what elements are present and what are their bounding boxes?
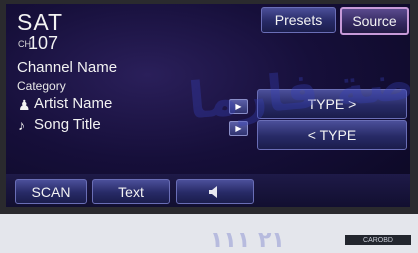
text-button[interactable]: Text: [92, 179, 170, 204]
audio-settings-button[interactable]: [176, 179, 254, 204]
scan-button[interactable]: SCAN: [15, 179, 87, 204]
song-title: Song Title: [34, 116, 101, 133]
presets-button[interactable]: Presets: [261, 7, 336, 33]
artist-name: Artist Name: [34, 95, 113, 112]
channel-number: 107: [28, 33, 59, 53]
audio-screen: SAT CH 107 Channel Name Category ♟ Artis…: [6, 4, 410, 207]
artist-icon: ♟: [18, 97, 31, 113]
category-label: Category: [17, 79, 66, 93]
source-button[interactable]: Source: [340, 7, 409, 35]
play-icon[interactable]: ▶: [229, 99, 248, 114]
music-note-icon: ♪: [18, 117, 25, 133]
channel-name: Channel Name: [17, 59, 118, 76]
type-next-button[interactable]: TYPE >: [257, 89, 407, 119]
speaker-icon: [209, 185, 217, 198]
play-icon[interactable]: ▶: [229, 121, 248, 136]
source-title: SAT: [17, 9, 64, 35]
watermark-lower: ٢١ ١١١: [210, 228, 285, 253]
corner-badge: CAROBD: [345, 235, 411, 245]
type-prev-button[interactable]: < TYPE: [257, 120, 407, 150]
